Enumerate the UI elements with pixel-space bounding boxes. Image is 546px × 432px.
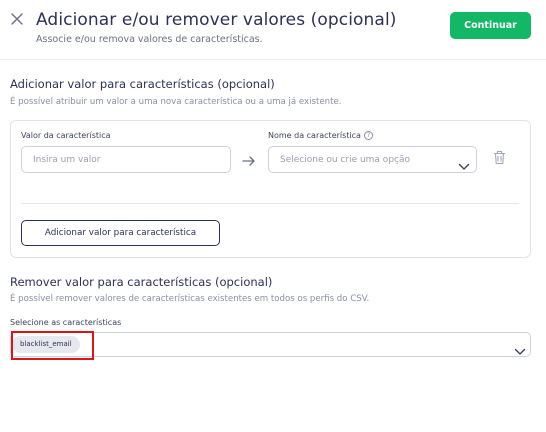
remove-section-title: Remover valor para características (opci… [10, 275, 273, 289]
highlight-box [11, 331, 94, 360]
page-subtitle: Associe e/ou remova valores de caracterí… [36, 34, 263, 45]
arrow-right-icon [242, 152, 256, 166]
chevron-down-icon [458, 156, 470, 170]
continue-button[interactable]: Continuar [450, 12, 531, 39]
close-icon[interactable] [9, 11, 25, 27]
remove-section-description: É possível remover valores de caracterís… [10, 294, 370, 304]
name-field-label-text: Nome da característica [268, 131, 361, 140]
name-select-placeholder: Selecione ou crie uma opção [280, 155, 410, 165]
info-icon[interactable]: ? [363, 131, 373, 140]
page-title: Adicionar e/ou remover valores (opcional… [36, 10, 397, 30]
card-divider [21, 203, 519, 204]
add-value-button[interactable]: Adicionar valor para característica [21, 220, 220, 246]
add-section-description: É possível atribuir um valor a uma nova … [10, 97, 342, 107]
characteristics-select-label: Selecione as características [10, 318, 122, 327]
value-input[interactable] [21, 146, 231, 173]
trash-icon[interactable] [493, 150, 506, 165]
value-field-label: Valor da característica [21, 131, 111, 140]
modal-header: Adicionar e/ou remover valores (opcional… [0, 0, 546, 60]
add-section-title: Adicionar valor para características (op… [10, 77, 275, 91]
name-select[interactable]: Selecione ou crie uma opção [268, 146, 477, 173]
name-field-label: Nome da característica? [268, 131, 373, 140]
chevron-down-icon [514, 341, 526, 355]
